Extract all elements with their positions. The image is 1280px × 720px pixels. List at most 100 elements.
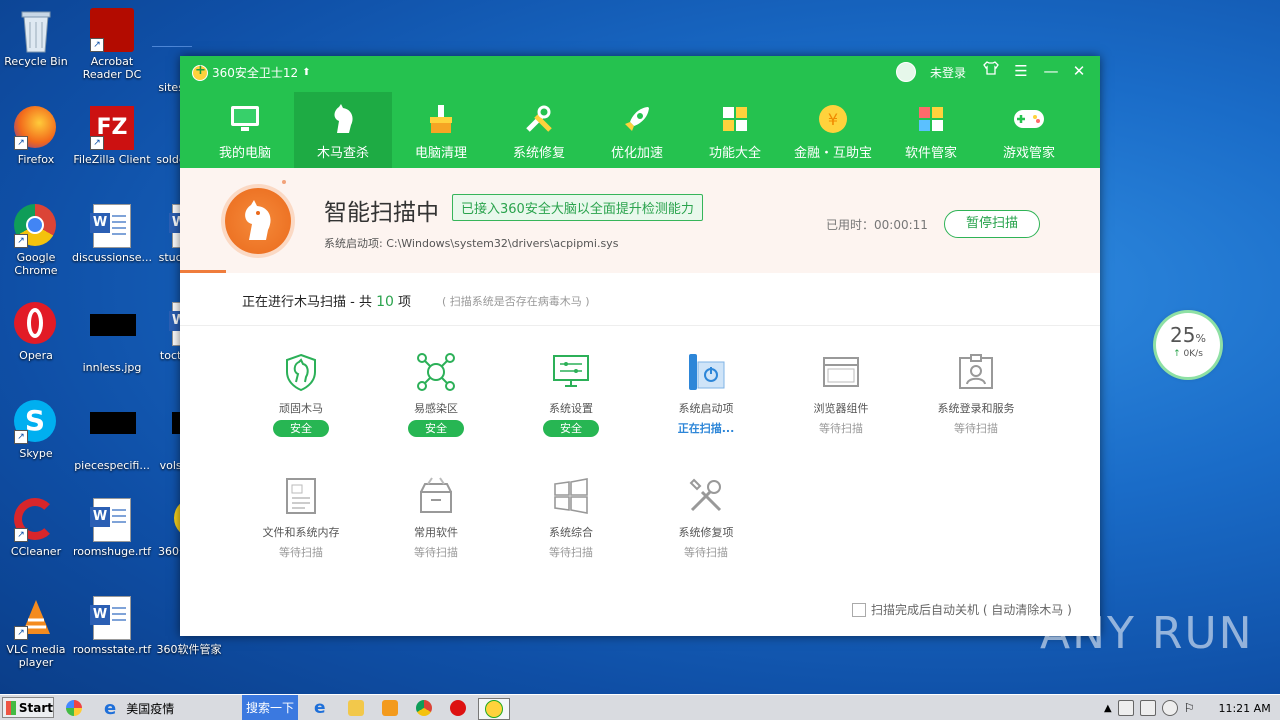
gauge-percent: 25%	[1156, 325, 1220, 349]
software-box-icon	[416, 476, 456, 516]
taskbar-media-player[interactable]	[382, 698, 398, 718]
broom-icon	[424, 102, 458, 136]
scan-item-name: 系统综合	[549, 526, 593, 539]
tray-app-icon[interactable]	[1117, 700, 1134, 716]
tab-label: 我的电脑	[218, 146, 271, 161]
app-title: 360安全卫士12 ⬆	[192, 63, 311, 81]
decor-dot	[282, 180, 286, 184]
tab-features[interactable]: 功能大全	[686, 92, 784, 168]
desktop-icon-chrome[interactable]: ↗ Google Chrome	[0, 204, 76, 277]
desktop-icon-label: FileZilla Client	[73, 153, 151, 166]
scan-item-status: 等待扫描	[819, 422, 863, 435]
tab-label: 功能大全	[708, 146, 761, 161]
desktop-icon-acrobat[interactable]: ↗ Acrobat Reader DC	[72, 8, 152, 81]
taskbar-app-icon[interactable]	[66, 698, 82, 718]
auto-shutdown-checkbox[interactable]	[852, 602, 866, 617]
tab-label: 木马查杀	[316, 146, 369, 161]
tab-cleanup[interactable]: 电脑清理	[392, 92, 490, 168]
tab-label: 金融・互助宝	[793, 146, 872, 161]
desktop-icon-discussionse[interactable]: W discussionse...	[72, 204, 152, 264]
scan-item-common-software: 常用软件 等待扫描	[371, 476, 501, 560]
desktop-icon-vlc[interactable]: ↗ VLC media player	[0, 596, 76, 669]
scan-item-status: 等待扫描	[684, 546, 728, 559]
desktop-icon-skype[interactable]: S ↗ Skype	[0, 400, 76, 460]
desktop-icon-opera[interactable]: Opera	[0, 302, 76, 362]
scan-item-status: 安全	[273, 420, 329, 437]
trojan-horse-emblem	[225, 188, 291, 254]
scan-item-name: 浏览器组件	[813, 402, 869, 415]
desktop-icon-recycle-bin[interactable]: Recycle Bin	[0, 8, 76, 68]
opera-icon	[450, 700, 466, 716]
tab-my-computer[interactable]: 我的电脑	[196, 92, 294, 168]
word-doc-icon: W	[90, 498, 134, 542]
word-doc-icon: W	[90, 204, 134, 248]
auto-shutdown-option[interactable]: 扫描完成后自动关机 ( 自动清除木马 )	[852, 601, 1072, 618]
taskbar-search-button[interactable]: 搜索一下	[242, 695, 298, 720]
scan-summary: 正在进行木马扫描 - 共 10 项 ( 扫描系统是否存在病毒木马 )	[180, 273, 1100, 326]
scan-item-status: 等待扫描	[414, 546, 458, 559]
taskbar-360-active[interactable]	[478, 698, 510, 720]
image-file-icon	[90, 412, 136, 456]
minimize-icon[interactable]: —	[1040, 60, 1062, 82]
desktop-icon-ccleaner[interactable]: ↗ CCleaner	[0, 498, 76, 558]
skin-shirt-icon[interactable]	[980, 60, 1002, 82]
scan-item-name: 易感染区	[414, 402, 458, 415]
volume-icon[interactable]	[1161, 700, 1178, 716]
taskbar-ie[interactable]: e	[314, 698, 326, 718]
tray-expand-icon[interactable]: ▲	[1104, 703, 1112, 714]
desktop-icon-label: innless.jpg	[82, 361, 142, 374]
start-button[interactable]: Start	[2, 697, 54, 718]
tab-trojan-scan[interactable]: 木马查杀	[294, 92, 392, 168]
upgrade-arrow-icon[interactable]: ⬆	[302, 67, 310, 78]
summary-suffix: 项	[393, 295, 412, 310]
close-icon[interactable]: ✕	[1068, 60, 1090, 82]
svg-text:¥: ¥	[828, 110, 838, 129]
desktop-icon-label: roomshuge.rtf	[72, 545, 152, 558]
login-area[interactable]: 未登录	[896, 62, 966, 82]
taskbar-chrome[interactable]	[416, 698, 432, 718]
tab-speedup[interactable]: 优化加速	[588, 92, 686, 168]
tab-finance[interactable]: ¥ 金融・互助宝	[784, 92, 882, 168]
tab-system-repair[interactable]: 系统修复	[490, 92, 588, 168]
word-doc-icon: W	[90, 596, 134, 640]
desktop-icon-label: VLC media player	[6, 643, 66, 669]
scan-status-panel: 智能扫描中 已接入360安全大脑以全面提升检测能力 系统启动项: C:\Wind…	[180, 168, 1100, 273]
clock[interactable]: 11:21 AM	[1218, 702, 1270, 715]
desktop-icon-roomsstate[interactable]: W roomsstate.rtf	[72, 596, 152, 656]
desktop-icon-piecespecifi[interactable]: piecespecifi...	[72, 400, 152, 472]
menu-icon[interactable]: ☰	[1010, 60, 1032, 82]
avatar[interactable]	[896, 62, 916, 82]
action-center-flag-icon[interactable]: ⚐	[1184, 701, 1195, 715]
taskbar-explorer[interactable]	[348, 698, 364, 718]
document-icon	[281, 476, 321, 516]
skype-icon: S ↗	[14, 400, 58, 444]
system-tray: ▲ ⚐ 11:21 AM	[1104, 697, 1280, 719]
pause-scan-button[interactable]: 暂停扫描	[944, 210, 1040, 238]
desktop-icon-filezilla[interactable]: FZ ↗ FileZilla Client	[72, 106, 152, 166]
desktop-icon-firefox[interactable]: ↗ Firefox	[0, 106, 76, 166]
network-icon[interactable]	[1139, 700, 1156, 716]
anyrun-watermark: ANY RUN	[1040, 608, 1254, 659]
tab-label: 优化加速	[610, 146, 663, 161]
scan-item-browser-components: 浏览器组件 等待扫描	[776, 352, 906, 436]
scan-item-status: 安全	[543, 420, 599, 437]
scan-item-repair-items: 系统修复项 等待扫描	[641, 476, 771, 560]
scan-item-name: 顽固木马	[279, 402, 323, 415]
network-speed-gauge[interactable]: 25% ↑ 0K/s	[1156, 313, 1220, 377]
taskbar-opera[interactable]	[450, 698, 466, 718]
desktop-icon-roomshuge[interactable]: W roomshuge.rtf	[72, 498, 152, 558]
chrome-icon	[416, 700, 432, 716]
windows-flag-icon	[6, 700, 16, 715]
scan-item-status: 正在扫描...	[677, 422, 735, 435]
virus-nodes-icon	[416, 352, 456, 392]
desktop-icon-label: 360软件管家	[156, 643, 222, 656]
elapsed-time: 已用时：00:00:11	[826, 218, 928, 232]
desktop-icon-innless[interactable]: innless.jpg	[72, 302, 152, 374]
tab-game-manager[interactable]: 游戏管家	[980, 92, 1078, 168]
tab-software-manager[interactable]: 软件管家	[882, 92, 980, 168]
scan-current-path: 系统启动项: C:\Windows\system32\drivers\acpip…	[324, 237, 619, 250]
recycle-bin-icon	[14, 8, 58, 53]
taskbar-browser-task[interactable]: e 美国疫情	[104, 697, 238, 719]
login-label[interactable]: 未登录	[930, 64, 966, 81]
ie-icon: e	[104, 697, 117, 719]
